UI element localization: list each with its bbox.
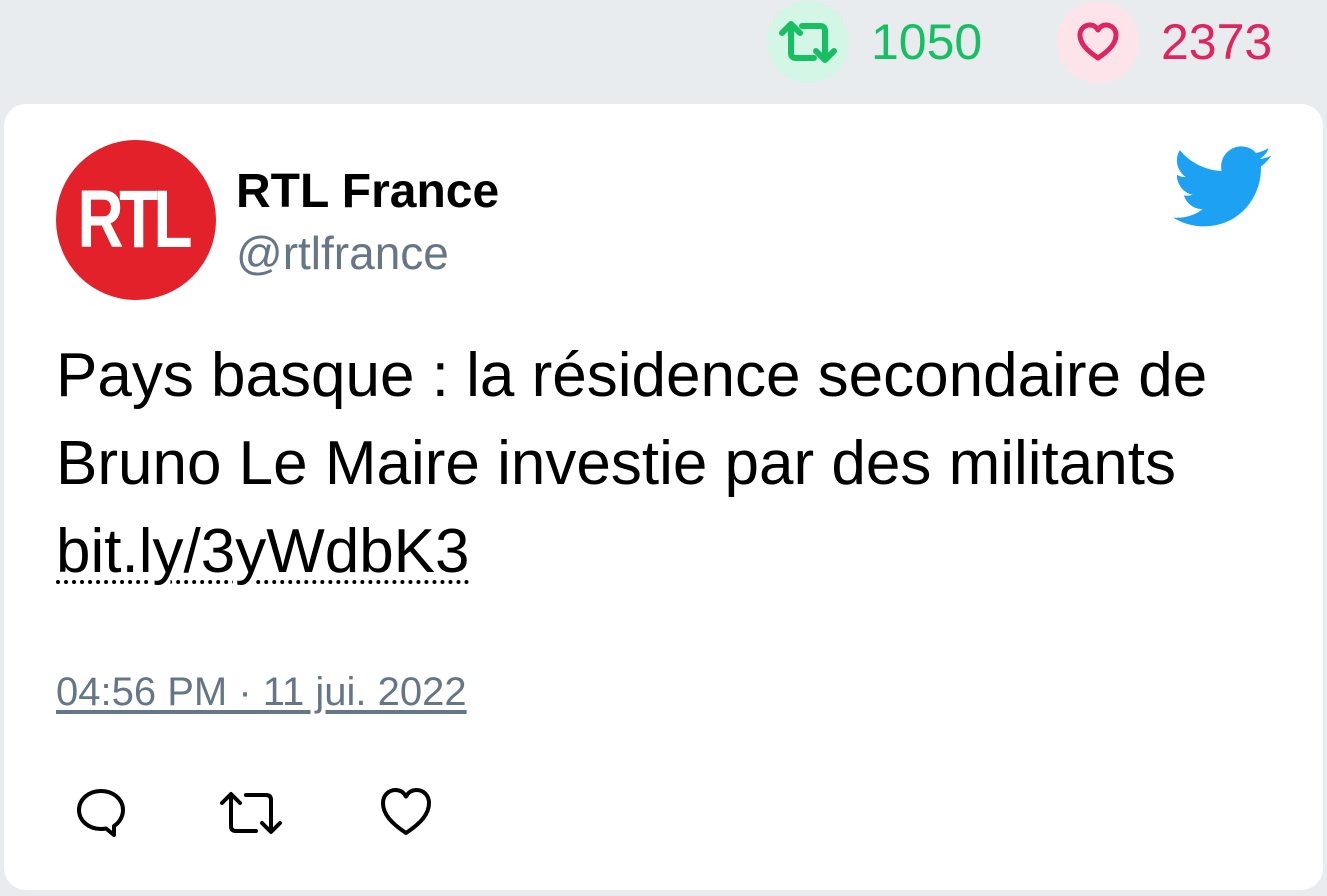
rtl-logo: RTL xyxy=(77,174,193,265)
author-name[interactable]: RTL France xyxy=(236,164,499,219)
tweet-body: Pays basque : la résidence secondaire de… xyxy=(56,341,1208,498)
retweet-icon xyxy=(220,792,282,834)
heart-icon[interactable] xyxy=(1057,1,1139,83)
tweet-card: RTL RTL France @rtlfrance Pays basque : … xyxy=(4,104,1323,890)
heart-icon xyxy=(381,788,431,835)
tweet-link[interactable]: bit.ly/3yWdbK3 xyxy=(56,517,470,586)
like-count: 2373 xyxy=(1161,14,1273,70)
retweet-button[interactable] xyxy=(218,786,284,840)
reply-button[interactable] xyxy=(74,786,128,840)
author-handle[interactable]: @rtlfrance xyxy=(236,226,449,280)
tweet-timestamp[interactable]: 04:56 PM · 11 jui. 2022 xyxy=(56,670,467,715)
retweet-stat[interactable]: 1050 xyxy=(767,0,982,84)
tweet-text: Pays basque : la résidence secondaire de… xyxy=(56,332,1256,596)
twitter-bird-icon[interactable] xyxy=(1172,146,1272,228)
retweet-count: 1050 xyxy=(871,14,983,70)
retweet-icon[interactable] xyxy=(767,1,849,83)
like-button[interactable] xyxy=(378,786,434,838)
like-stat[interactable]: 2373 xyxy=(1057,0,1272,84)
avatar[interactable]: RTL xyxy=(56,140,216,300)
reply-icon xyxy=(77,789,125,837)
